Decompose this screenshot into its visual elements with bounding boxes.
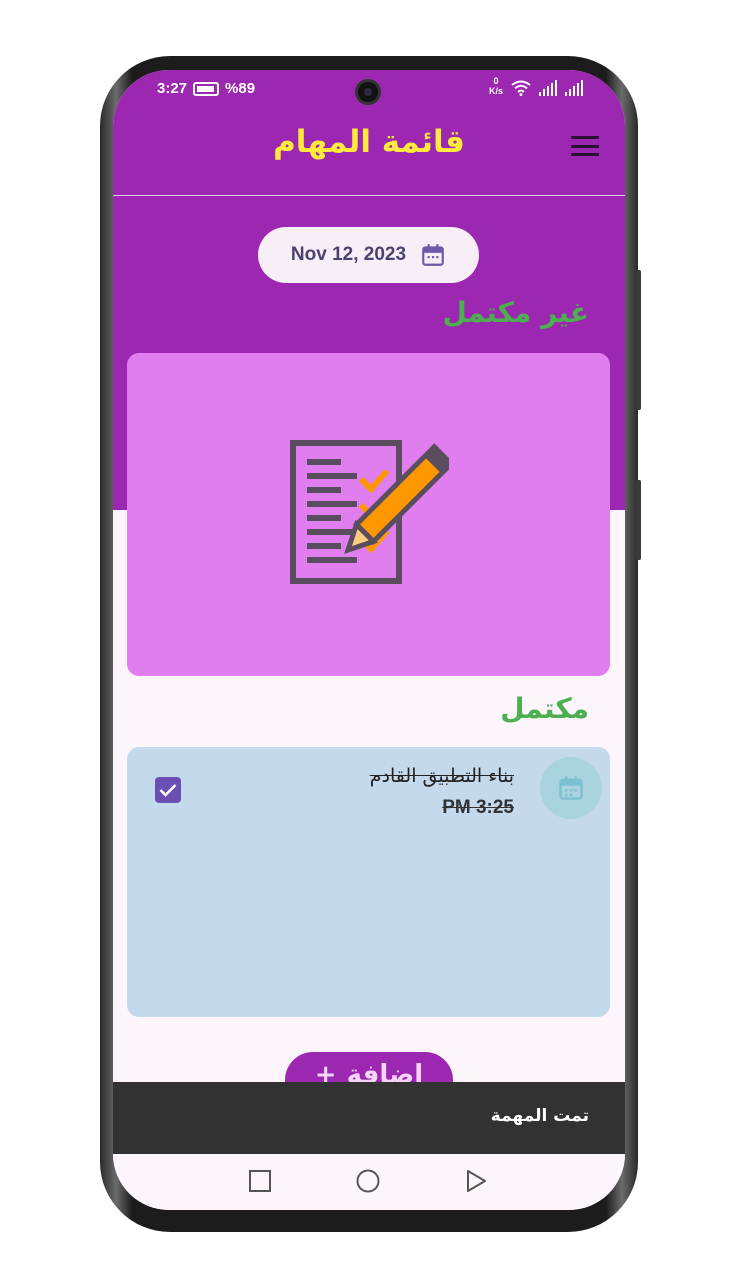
pending-section-title: غير مكتمل [442,296,589,329]
calendar-icon [559,776,583,800]
home-icon[interactable] [355,1168,381,1194]
snackbar: تمت المهمة [113,1082,625,1154]
front-camera [355,79,381,105]
page-title: قائمة المهام [273,124,465,160]
back-icon[interactable] [463,1168,489,1194]
status-left: 3:27 %89 [157,80,255,97]
task-card[interactable]: بناء التطبيق القادم PM 3:25 [127,747,610,1017]
signal-icon [565,80,583,96]
calendar-icon [422,244,444,266]
phone-side-button [636,270,641,410]
battery-percent: %89 [225,80,256,97]
status-time: 3:27 [157,80,188,97]
status-bar: 3:27 %89 0 K/s [113,70,625,108]
check-icon [159,784,177,797]
battery-icon [193,81,220,96]
network-speed-value: 0 [493,76,499,86]
hamburger-menu-icon[interactable] [571,136,599,156]
network-speed: 0 K/s [489,76,503,96]
task-checkbox[interactable] [155,777,181,803]
app-bar: قائمة المهام [113,108,625,196]
date-picker-button[interactable]: Nov 12, 2023 [258,227,479,283]
recent-apps-icon[interactable] [247,1168,273,1194]
selected-date: Nov 12, 2023 [290,244,407,265]
snackbar-message: تمت المهمة [490,1106,589,1126]
task-time: PM 3:25 [442,797,514,818]
system-nav-bar [113,1154,625,1210]
network-speed-unit: K/s [488,86,503,96]
status-right: 0 K/s [489,76,583,96]
task-avatar [540,757,602,819]
completed-section-title: مكتمل [500,692,589,725]
phone-screen: 3:27 %89 0 K/s قائمة المهام Nov 12, 2023… [113,70,625,1210]
wifi-icon [511,80,531,96]
signal-icon [539,80,557,96]
checklist-pencil-icon [290,440,449,584]
empty-tasks-card [127,353,610,676]
task-title: بناء التطبيق القادم [369,765,514,787]
phone-side-button [636,480,641,560]
